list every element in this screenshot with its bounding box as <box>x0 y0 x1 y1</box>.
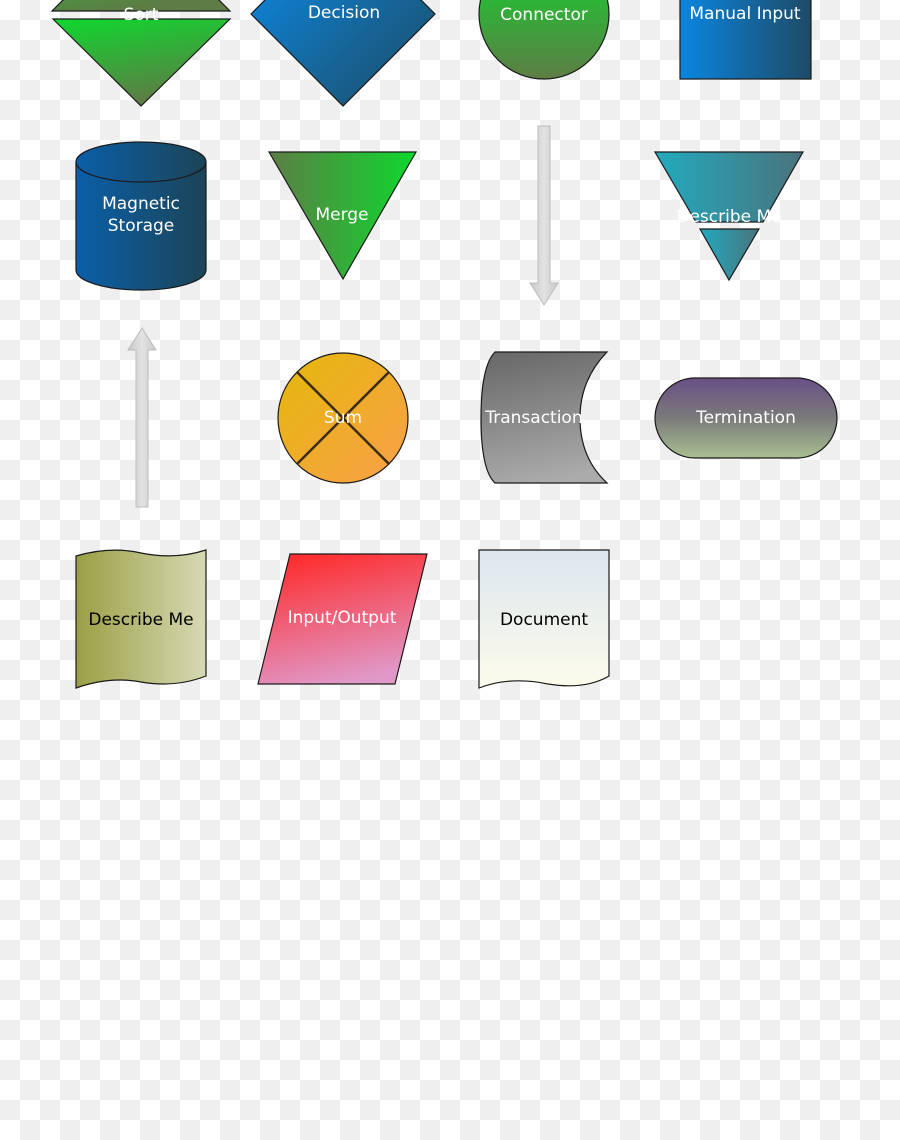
transaction-label: Transaction <box>484 408 582 428</box>
document-label: Document <box>500 610 588 630</box>
magnetic-storage-shape: Magnetic Storage <box>75 141 207 291</box>
extract-label: Describe Me <box>676 207 781 227</box>
card-label: Describe Me <box>88 610 193 630</box>
manual-input-shape: Manual Input <box>679 0 812 80</box>
sum-label: Sum <box>324 408 362 428</box>
flowchart-shapes-canvas: Sort Decision Connector Manual Input Mag… <box>50 0 838 689</box>
arrow-down <box>529 125 559 306</box>
transaction-shape: Transaction <box>480 351 609 484</box>
magnetic-storage-label-line2: Storage <box>108 216 175 236</box>
merge-shape: Merge <box>267 151 418 281</box>
decision-shape: Decision <box>250 0 436 107</box>
card-shape: Describe Me <box>75 549 207 689</box>
connector-shape: Connector <box>478 0 610 80</box>
magnetic-storage-label-line1: Magnetic <box>102 194 180 214</box>
input-output-shape: Input/Output <box>257 553 428 685</box>
sort-shape: Sort <box>50 0 232 107</box>
document-shape: Document <box>478 549 610 689</box>
arrow-up <box>127 327 157 508</box>
decision-label: Decision <box>308 3 380 23</box>
connector-label: Connector <box>500 5 588 25</box>
termination-label: Termination <box>695 408 796 428</box>
sort-label: Sort <box>124 5 159 25</box>
termination-shape: Termination <box>654 377 838 459</box>
sum-shape: Sum <box>277 352 409 484</box>
extract-shape: Describe Me <box>653 151 805 282</box>
manual-input-label: Manual Input <box>689 4 801 24</box>
merge-label: Merge <box>315 205 368 225</box>
input-output-label: Input/Output <box>288 608 397 628</box>
